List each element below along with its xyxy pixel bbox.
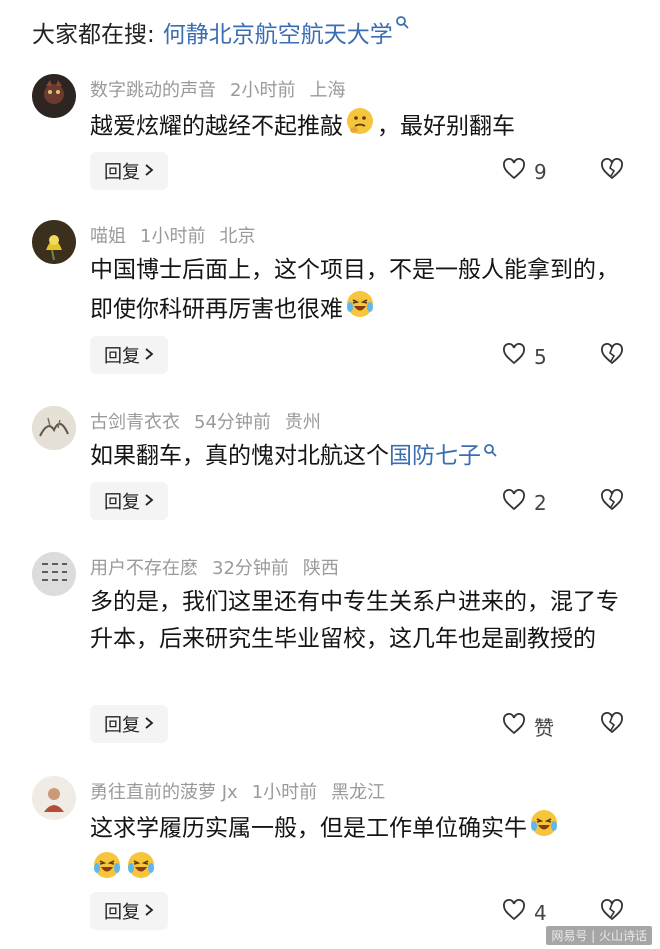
laughing-crying-emoji-icon bbox=[126, 850, 156, 892]
comment-meta: 喵姐 1小时前 北京 bbox=[90, 222, 255, 248]
comment-text-tail: ，最好别翻车 bbox=[377, 113, 515, 140]
reply-button[interactable]: 回复 bbox=[90, 705, 168, 743]
location: 上海 bbox=[309, 80, 346, 101]
username[interactable]: 喵姐 bbox=[90, 222, 126, 248]
location: 北京 bbox=[219, 226, 256, 247]
broken-heart-icon bbox=[600, 899, 624, 925]
dislike-button[interactable] bbox=[600, 343, 624, 369]
reply-label: 回复 bbox=[104, 492, 140, 513]
reply-button[interactable]: 回复 bbox=[90, 152, 168, 190]
topic-link[interactable]: 国防七子 bbox=[389, 443, 497, 469]
location: 贵州 bbox=[284, 412, 321, 433]
laughing-crying-emoji-icon bbox=[529, 808, 559, 850]
dislike-button[interactable] bbox=[600, 899, 624, 925]
comment-item: 数字跳动的声音 2小时前 上海 越爱炫耀的越经不起推敲 ，最好别翻车 回复 9 bbox=[0, 70, 660, 200]
avatar[interactable] bbox=[32, 406, 76, 450]
dislike-button[interactable] bbox=[600, 712, 624, 738]
location: 陕西 bbox=[302, 558, 339, 579]
timestamp: 1小时前 bbox=[251, 782, 318, 803]
chevron-right-icon bbox=[144, 345, 154, 366]
comment-text: 这求学履历实属一般，但是工作单位确实牛 bbox=[90, 808, 638, 892]
like-count: 9 bbox=[534, 159, 547, 184]
reply-label: 回复 bbox=[104, 715, 140, 736]
username[interactable]: 古剑青衣衣 bbox=[90, 408, 180, 434]
like-button[interactable]: 2 bbox=[502, 489, 547, 516]
like-label: 赞 bbox=[534, 716, 554, 740]
comment-meta: 勇往直前的菠萝 Jx 1小时前 黑龙江 bbox=[90, 778, 385, 804]
comment-item: 古剑青衣衣 54分钟前 贵州 如果翻车，真的愧对北航这个国防七子 回复 2 bbox=[0, 402, 660, 532]
avatar[interactable] bbox=[32, 220, 76, 264]
heart-icon bbox=[502, 343, 526, 370]
chevron-right-icon bbox=[144, 714, 154, 735]
timestamp: 1小时前 bbox=[140, 226, 206, 247]
timestamp: 54分钟前 bbox=[194, 412, 271, 433]
like-count: 5 bbox=[534, 344, 547, 369]
comment-item: 勇往直前的菠萝 Jx 1小时前 黑龙江 这求学履历实属一般，但是工作单位确实牛 … bbox=[0, 772, 660, 942]
watermark: 网易号 | 火山诗话 bbox=[546, 926, 652, 945]
comment-meta: 数字跳动的声音 2小时前 上海 bbox=[90, 76, 345, 102]
comment-text: 多的是，我们这里还有中专生关系户进来的，混了专升本，后来研究生毕业留校，这几年也… bbox=[90, 584, 638, 658]
broken-heart-icon bbox=[600, 712, 624, 738]
topic-link-text: 国防七子 bbox=[389, 443, 481, 469]
like-button[interactable]: 赞 bbox=[502, 712, 554, 741]
heart-icon bbox=[502, 158, 526, 185]
comment-text-body: 越爱炫耀的越经不起推敲 bbox=[90, 113, 343, 140]
laughing-crying-emoji-icon bbox=[92, 850, 122, 892]
dislike-button[interactable] bbox=[600, 158, 624, 184]
comment-text: 越爱炫耀的越经不起推敲 ，最好别翻车 bbox=[90, 106, 638, 148]
thinking-emoji-icon bbox=[345, 106, 375, 148]
username[interactable]: 用户不存在麽 bbox=[90, 554, 198, 580]
chevron-right-icon bbox=[144, 161, 154, 182]
search-icon bbox=[395, 9, 409, 35]
avatar[interactable] bbox=[32, 776, 76, 820]
comment-text: 如果翻车，真的愧对北航这个国防七子 bbox=[90, 438, 638, 475]
broken-heart-icon bbox=[600, 343, 624, 369]
username[interactable]: 数字跳动的声音 bbox=[90, 76, 216, 102]
like-button[interactable]: 5 bbox=[502, 343, 547, 370]
broken-heart-icon bbox=[600, 489, 624, 515]
broken-heart-icon bbox=[600, 158, 624, 184]
reply-button[interactable]: 回复 bbox=[90, 892, 168, 930]
reply-label: 回复 bbox=[104, 346, 140, 367]
like-count: 2 bbox=[534, 490, 547, 515]
trending-search-query[interactable]: 何静北京航空航天大学 bbox=[163, 15, 409, 49]
heart-icon bbox=[502, 489, 526, 516]
comment-text-body: 这求学履历实属一般，但是工作单位确实牛 bbox=[90, 815, 527, 842]
comment-item: 用户不存在麽 32分钟前 陕西 多的是，我们这里还有中专生关系户进来的，混了专升… bbox=[0, 548, 660, 753]
avatar[interactable] bbox=[32, 552, 76, 596]
like-button[interactable]: 4 bbox=[502, 899, 547, 926]
chevron-right-icon bbox=[144, 491, 154, 512]
reply-button[interactable]: 回复 bbox=[90, 482, 168, 520]
reply-label: 回复 bbox=[104, 902, 140, 923]
trending-search-bar[interactable]: 大家都在搜: 何静北京航空航天大学 bbox=[32, 14, 409, 50]
heart-icon bbox=[502, 713, 526, 740]
heart-icon bbox=[502, 899, 526, 926]
comment-text-body: 多的是，我们这里还有中专生关系户进来的，混了专升本，后来研究生毕业留校，这几年也… bbox=[90, 589, 619, 652]
dislike-button[interactable] bbox=[600, 489, 624, 515]
timestamp: 2小时前 bbox=[230, 80, 296, 101]
location: 黑龙江 bbox=[331, 782, 386, 803]
chevron-right-icon bbox=[144, 901, 154, 922]
comment-text-body: 如果翻车，真的愧对北航这个 bbox=[90, 443, 389, 469]
username[interactable]: 勇往直前的菠萝 Jx bbox=[90, 778, 238, 804]
laughing-crying-emoji-icon bbox=[345, 289, 375, 331]
like-button[interactable]: 9 bbox=[502, 158, 547, 185]
trending-search-label: 大家都在搜: bbox=[32, 22, 155, 48]
reply-button[interactable]: 回复 bbox=[90, 336, 168, 374]
comment-text: 中国博士后面上，这个项目，不是一般人能拿到的，即使你科研再厉害也很难 bbox=[90, 252, 638, 331]
avatar[interactable] bbox=[32, 74, 76, 118]
comment-meta: 用户不存在麽 32分钟前 陕西 bbox=[90, 554, 339, 580]
search-icon bbox=[483, 432, 497, 469]
like-count: 4 bbox=[534, 900, 547, 925]
comment-item: 喵姐 1小时前 北京 中国博士后面上，这个项目，不是一般人能拿到的，即使你科研再… bbox=[0, 216, 660, 386]
timestamp: 32分钟前 bbox=[212, 558, 289, 579]
reply-label: 回复 bbox=[104, 162, 140, 183]
comment-meta: 古剑青衣衣 54分钟前 贵州 bbox=[90, 408, 321, 434]
trending-search-query-text: 何静北京航空航天大学 bbox=[162, 22, 393, 48]
